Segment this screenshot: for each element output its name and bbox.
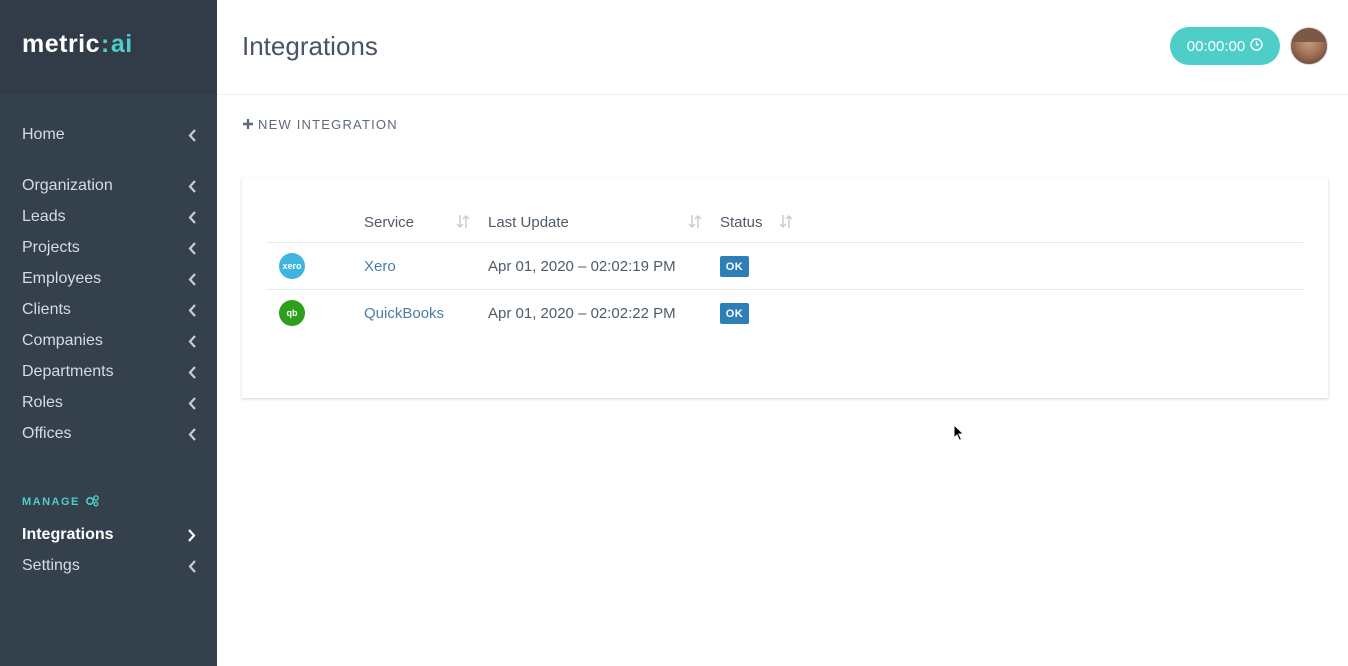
table-row: xero Xero Apr 01, 2020 – 02:02:19 PM OK [267,243,1303,290]
sidebar-item-label: Clients [22,301,71,318]
sidebar-item-organization[interactable]: Organization [22,177,197,195]
sidebar-item-home[interactable]: Home [22,126,197,144]
logo-text-ai: ai [110,30,133,58]
sidebar-item-label: Projects [22,239,80,256]
status-badge: OK [720,256,749,277]
integrations-table: Service Last Update Status xero Xero Apr… [267,206,1303,337]
new-integration-button[interactable]: NEW INTEGRATION [243,117,398,132]
sidebar-item-companies[interactable]: Companies [22,332,197,350]
timer-value: 00:00:00 [1186,37,1246,55]
column-header-service[interactable]: Service [364,214,414,231]
logo-text-main: metric [22,30,101,58]
new-integration-label: NEW INTEGRATION [258,117,398,132]
sidebar-item-label: Home [22,126,65,143]
sidebar-item-label: Offices [22,425,72,442]
chevron-left-icon [187,272,197,286]
chevron-left-icon [187,303,197,317]
page-title: Integrations [242,31,378,61]
clock-icon [1250,37,1263,55]
logo[interactable]: metric: ai [22,30,217,59]
sidebar-item-label: Integrations [22,526,114,543]
sidebar-item-label: Settings [22,557,80,574]
sidebar: metric: ai Home Organization Leads Projec… [0,0,217,666]
sidebar-item-clients[interactable]: Clients [22,301,197,319]
logo-area: metric: ai [0,0,217,94]
avatar[interactable] [1290,27,1328,65]
sidebar-item-leads[interactable]: Leads [22,208,197,226]
chevron-left-icon [187,427,197,441]
logo-separator: : [101,30,110,58]
chevron-left-icon [187,128,197,142]
integrations-card: Service Last Update Status xero Xero Apr… [242,178,1328,398]
page-header: Integrations 00:00:00 [217,0,1348,95]
service-link[interactable]: Xero [364,258,396,275]
sidebar-item-label: Organization [22,177,113,194]
sidebar-item-label: Leads [22,208,66,225]
manage-section-label: MANAGE [22,494,100,510]
sort-icon[interactable] [688,214,702,232]
avatar-image [1291,28,1327,42]
sidebar-item-integrations[interactable]: Integrations [22,526,197,544]
column-header-status[interactable]: Status [720,214,763,231]
chevron-left-icon [187,559,197,573]
quickbooks-icon: qb [279,300,305,326]
sidebar-item-label: Employees [22,270,102,287]
chevron-left-icon [187,396,197,410]
sidebar-item-roles[interactable]: Roles [22,394,197,412]
status-badge: OK [720,303,749,324]
mouse-cursor-icon [953,423,965,442]
sidebar-item-offices[interactable]: Offices [22,425,197,443]
chevron-left-icon [187,334,197,348]
chevron-right-icon [187,528,197,542]
sidebar-item-departments[interactable]: Departments [22,363,197,381]
sidebar-item-label: Roles [22,394,63,411]
chevron-left-icon [187,241,197,255]
chevron-left-icon [187,210,197,224]
plus-icon [243,117,253,132]
chevron-left-icon [187,179,197,193]
sidebar-item-employees[interactable]: Employees [22,270,197,288]
manage-label-text: MANAGE [22,496,80,508]
sort-icon[interactable] [779,214,793,232]
last-update-value: Apr 01, 2020 – 02:02:19 PM [488,258,676,275]
service-link[interactable]: QuickBooks [364,305,444,322]
xero-icon: xero [279,253,305,279]
sidebar-item-settings[interactable]: Settings [22,557,197,575]
timer-button[interactable]: 00:00:00 [1170,27,1280,65]
sidebar-item-label: Companies [22,332,103,349]
last-update-value: Apr 01, 2020 – 02:02:22 PM [488,305,676,322]
sidebar-item-projects[interactable]: Projects [22,239,197,257]
sort-icon[interactable] [456,214,470,232]
table-row: qb QuickBooks Apr 01, 2020 – 02:02:22 PM… [267,290,1303,337]
table-header: Service Last Update Status [267,206,1303,243]
chevron-left-icon [187,365,197,379]
column-header-last-update[interactable]: Last Update [488,214,569,231]
cogs-icon [85,494,100,510]
sidebar-item-label: Departments [22,363,114,380]
